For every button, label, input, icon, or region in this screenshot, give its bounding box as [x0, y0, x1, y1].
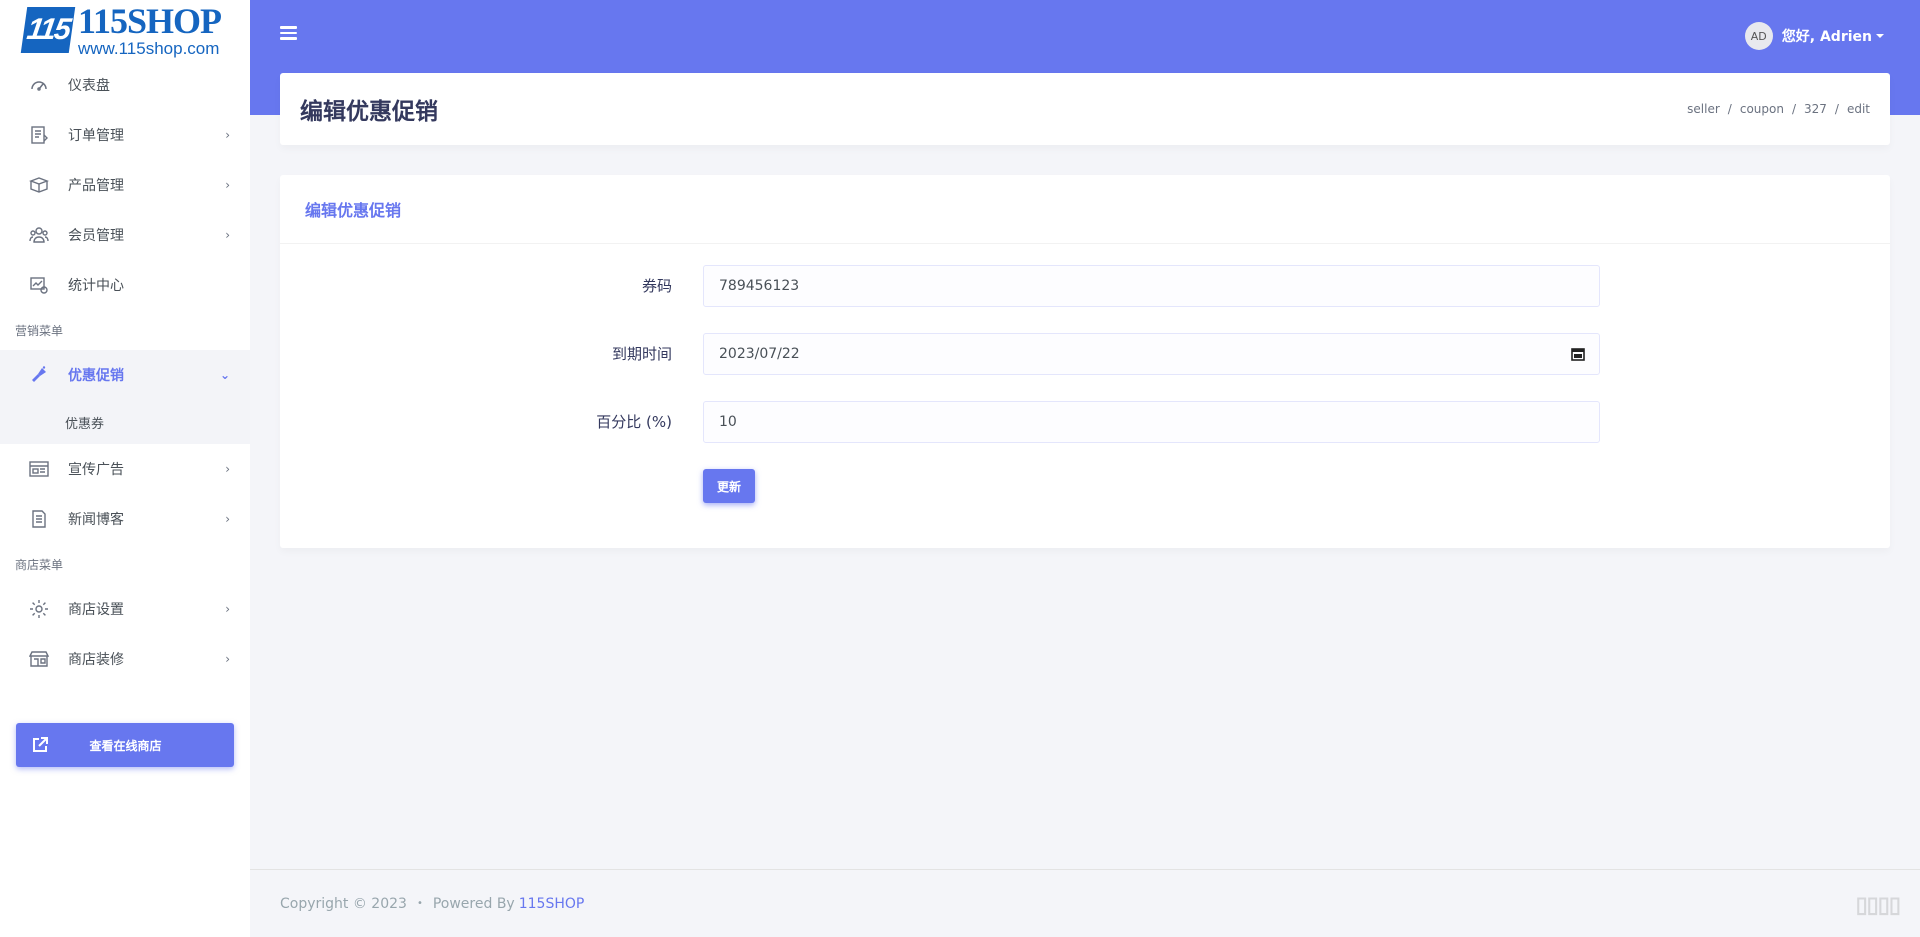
avatar: AD	[1744, 22, 1773, 50]
view-store-button[interactable]: 查看在线商店	[16, 723, 234, 767]
percent-input[interactable]: 10	[703, 401, 1600, 443]
menu-toggle-icon[interactable]	[280, 26, 297, 40]
chevron-right-icon: ›	[225, 512, 230, 526]
form-row-expiry: 到期时间 2023/07/22	[280, 333, 1890, 375]
user-menu[interactable]: AD 您好, Adrien	[1744, 22, 1884, 50]
expiry-date-value: 2023/07/22	[719, 346, 800, 362]
footer-brand-link[interactable]: 115SHOP	[519, 896, 585, 912]
chevron-right-icon: ›	[225, 652, 230, 666]
news-icon	[28, 508, 50, 530]
logo-url: www.115shop.com	[78, 39, 220, 58]
submenu-item-coupon[interactable]: 优惠券	[0, 400, 250, 444]
sidebar-item-stats[interactable]: 统计中心	[0, 260, 250, 310]
logo[interactable]: 115 115SHOP www.115shop.com	[0, 0, 250, 60]
logo-text: 115SHOP www.115shop.com	[78, 1, 222, 58]
sidebar-item-label: 宣传广告	[68, 462, 124, 478]
sidebar-item-label: 优惠促销	[68, 368, 124, 384]
breadcrumb-item[interactable]: 327	[1804, 102, 1827, 116]
sidebar-item-label: 仪表盘	[68, 78, 110, 94]
sidebar-item-products[interactable]: 产品管理 ›	[0, 160, 250, 210]
page-title: 编辑优惠促销	[300, 99, 438, 125]
stats-icon	[28, 274, 50, 296]
sidebar-item-label: 会员管理	[68, 228, 124, 244]
breadcrumb-separator: /	[1727, 102, 1732, 116]
calendar-icon[interactable]	[1571, 347, 1585, 361]
footer-copyright: Copyright © 2023	[280, 895, 407, 912]
sidebar-item-label: 产品管理	[68, 178, 124, 194]
chevron-down-icon: ⌄	[219, 368, 230, 382]
chevron-right-icon: ›	[225, 602, 230, 616]
coupon-code-input[interactable]: 789456123	[703, 265, 1600, 307]
sidebar-item-store-settings[interactable]: 商店设置 ›	[0, 584, 250, 634]
form-row-percent: 百分比 (%) 10	[280, 401, 1890, 443]
store-menu: 商店设置 › 商店装修 ›	[0, 584, 250, 684]
members-icon	[28, 224, 50, 246]
view-store-label: 查看在线商店	[89, 738, 162, 753]
breadcrumb-separator: /	[1791, 102, 1796, 116]
sidebar-item-dashboard[interactable]: 仪表盘	[0, 60, 250, 110]
edit-coupon-card: 编辑优惠促销 券码 789456123 到期时间 2023/07/22 百分比 …	[280, 175, 1890, 548]
percent-label: 百分比 (%)	[596, 413, 672, 431]
promotion-icon	[28, 364, 50, 386]
menu-section-marketing: 营销菜单	[15, 323, 64, 338]
sidebar-item-members[interactable]: 会员管理 ›	[0, 210, 250, 260]
sidebar-item-label: 商店装修	[68, 652, 124, 668]
products-icon	[28, 174, 50, 196]
code-label: 券码	[641, 277, 672, 295]
dashboard-icon	[28, 74, 50, 96]
sidebar-item-label: 订单管理	[68, 128, 124, 144]
gear-icon	[28, 598, 50, 620]
breadcrumb-item[interactable]: seller	[1687, 102, 1720, 116]
menu-section-store: 商店菜单	[15, 557, 64, 572]
card-title: 编辑优惠促销	[305, 201, 402, 220]
form-row-code: 券码 789456123	[280, 265, 1890, 307]
ads-icon	[28, 458, 50, 480]
sidebar: 115 115SHOP www.115shop.com 仪表盘 订单管理 › 产…	[0, 0, 250, 937]
sidebar-item-label: 新闻博客	[68, 512, 124, 528]
sidebar-item-news[interactable]: 新闻博客 ›	[0, 494, 250, 544]
breadcrumb-separator: /	[1834, 102, 1839, 116]
breadcrumb-item: edit	[1846, 102, 1870, 116]
sidebar-item-label: 商店设置	[68, 602, 124, 618]
sidebar-item-orders[interactable]: 订单管理 ›	[0, 110, 250, 160]
chevron-right-icon: ›	[225, 462, 230, 476]
sidebar-item-ads[interactable]: 宣传广告 ›	[0, 444, 250, 494]
watermark-logo: ▯▯▯▯	[1855, 892, 1901, 917]
sidebar-item-promotion[interactable]: 优惠促销 ⌄	[0, 350, 250, 400]
expiry-date-input[interactable]: 2023/07/22	[703, 333, 1600, 375]
sidebar-menu: 仪表盘 订单管理 › 产品管理 › 会员管理 › 统计中心	[0, 60, 250, 310]
user-greeting: 您好, Adrien	[1781, 29, 1872, 45]
footer: Copyright © 2023 • Powered By 115SHOP	[250, 869, 1920, 937]
card-header: 编辑优惠促销	[280, 175, 1890, 244]
logo-title: 115SHOP	[78, 1, 222, 41]
logo-mark: 115	[20, 7, 76, 53]
chevron-right-icon: ›	[225, 128, 230, 142]
breadcrumb-item[interactable]: coupon	[1740, 102, 1784, 116]
section-header: 编辑优惠促销 seller / coupon / 327 / edit	[280, 73, 1890, 145]
marketing-menu: 优惠促销 ⌄ 优惠券 宣传广告 › 新闻博客 ›	[0, 350, 250, 544]
external-link-icon	[31, 736, 49, 754]
chevron-right-icon: ›	[225, 178, 230, 192]
footer-powered: Powered By	[432, 895, 515, 912]
footer-bullet: •	[416, 898, 423, 909]
store-decor-icon	[28, 648, 50, 670]
chevron-right-icon: ›	[225, 228, 230, 242]
update-button[interactable]: 更新	[703, 469, 755, 503]
sidebar-item-store-decor[interactable]: 商店装修 ›	[0, 634, 250, 684]
sidebar-item-label: 统计中心	[68, 278, 124, 294]
breadcrumb: seller / coupon / 327 / edit	[1687, 102, 1870, 116]
orders-icon	[28, 124, 50, 146]
caret-down-icon	[1876, 34, 1884, 38]
expiry-label: 到期时间	[611, 345, 672, 363]
